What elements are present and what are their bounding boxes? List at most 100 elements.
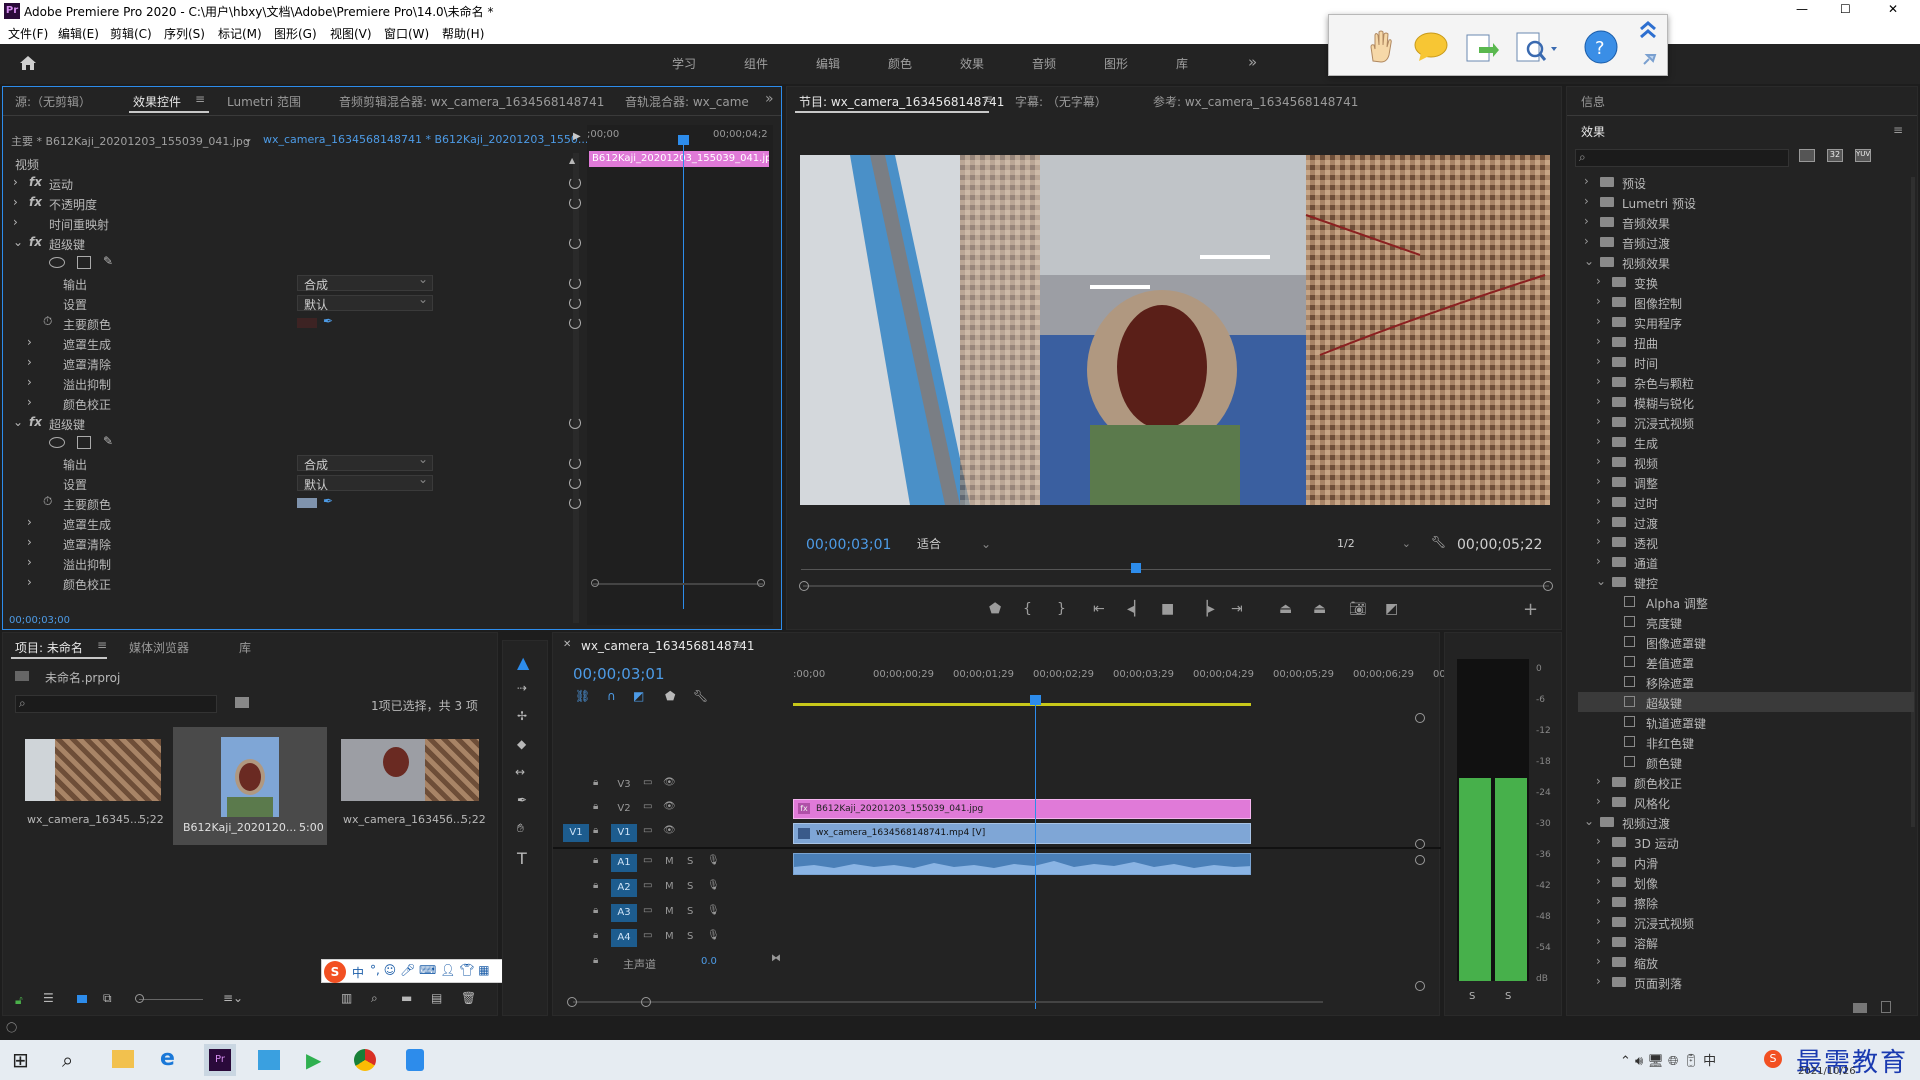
reset-icon[interactable]	[569, 417, 581, 429]
mic-icon[interactable]: 🎙︎	[707, 905, 720, 916]
clip-v2[interactable]: fx B612Kaji_20201203_155039_041.jpg	[793, 799, 1251, 819]
matte-generation-2[interactable]: › 遮罩生成	[3, 513, 573, 533]
tablet-icon[interactable]	[406, 1049, 424, 1071]
stopwatch-icon[interactable]: ⏱	[43, 314, 52, 329]
mute-button[interactable]: M	[665, 906, 674, 917]
icon-view-icon[interactable]	[77, 995, 87, 1003]
effects-folder[interactable]: › 杂色与颗粒	[1578, 372, 1914, 392]
camera-icon[interactable]: 📷︎	[1349, 601, 1367, 617]
snap-icon[interactable]: ∩	[607, 689, 616, 703]
comment-icon[interactable]	[1411, 27, 1451, 67]
effect-item[interactable]: 颜色键	[1578, 752, 1914, 772]
lock-icon[interactable]: 🔒︎	[593, 905, 598, 916]
tab-libraries[interactable]: 库	[239, 639, 251, 656]
32bit-effects-icon[interactable]: 32	[1827, 149, 1843, 162]
mute-button[interactable]: M	[665, 931, 674, 942]
effect-item[interactable]: 轨道遮罩键	[1578, 712, 1914, 732]
effects-search-input[interactable]: ⌕	[1575, 149, 1789, 167]
effect-item[interactable]: Alpha 调整	[1578, 592, 1914, 612]
chrome-icon[interactable]	[354, 1049, 376, 1071]
solo-right-button[interactable]: S	[1505, 991, 1511, 1002]
tab-sequence[interactable]: wx_camera_1634568148741	[581, 639, 754, 653]
linked-selection-icon[interactable]: ◩	[633, 689, 644, 703]
tab-effect-controls[interactable]: 效果控件	[133, 93, 181, 110]
go-to-out-icon[interactable]: ⇥	[1231, 601, 1243, 617]
menu-window[interactable]: 窗口(W)	[384, 25, 429, 42]
key-color-swatch[interactable]	[297, 318, 317, 328]
workspace-audio[interactable]: 音频	[1032, 55, 1056, 72]
effects-folder[interactable]: › 过时	[1578, 492, 1914, 512]
add-button-icon[interactable]: +	[1523, 599, 1538, 620]
ec-timecode[interactable]: 00;00;03;00	[9, 615, 70, 626]
panel-menu-icon[interactable]: ≡	[195, 92, 205, 106]
workspace-graphics[interactable]: 图形	[1104, 55, 1128, 72]
reset-icon[interactable]	[569, 177, 581, 189]
compare-icon[interactable]: ◩	[1385, 601, 1398, 617]
tab-audio-track-mixer[interactable]: 音轨混合器: wx_came	[625, 93, 749, 110]
mic-icon[interactable]: 🎙︎	[707, 855, 720, 866]
rect-mask-icon[interactable]	[77, 256, 91, 269]
ec-scrollbar[interactable]	[573, 153, 579, 623]
panel-menu-icon[interactable]: ≡	[733, 638, 743, 652]
menu-marker[interactable]: 标记(M)	[218, 25, 262, 42]
mic-icon[interactable]: 🎙︎	[707, 930, 720, 941]
mark-in-icon[interactable]: {	[1023, 601, 1032, 617]
menu-sequence[interactable]: 序列(S)	[164, 25, 205, 42]
timeline-zoom-bar[interactable]	[573, 1001, 1323, 1003]
effects-folder[interactable]: › 时间	[1578, 352, 1914, 372]
effects-folder[interactable]: › 缩放	[1578, 952, 1914, 972]
effects-folder[interactable]: › 生成	[1578, 432, 1914, 452]
effects-folder[interactable]: › 通道	[1578, 552, 1914, 572]
ec-clip-bar[interactable]: B612Kaji_20201203_155039_041.jpg	[589, 151, 769, 167]
reset-icon[interactable]	[569, 197, 581, 209]
effects-folder[interactable]: › 预设	[1578, 172, 1914, 192]
menu-clip[interactable]: 剪辑(C)	[110, 25, 152, 42]
matte-cleanup-2[interactable]: › 遮罩清除	[3, 533, 573, 553]
panel-menu-icon[interactable]: ≡	[97, 638, 107, 652]
tab-reference[interactable]: 参考: wx_camera_1634568148741	[1153, 93, 1358, 110]
source-patch-v1[interactable]: V1	[563, 824, 589, 842]
tab-media-browser[interactable]: 媒体浏览器	[129, 639, 189, 656]
sort-icon[interactable]: ≡⌄	[223, 991, 243, 1005]
menu-view[interactable]: 视图(V)	[330, 25, 372, 42]
lock-icon[interactable]: 🔒︎	[593, 825, 598, 836]
track-select-icon[interactable]: ⇢	[517, 681, 527, 695]
find-icon[interactable]: ⌕	[371, 991, 378, 1006]
mic-icon[interactable]: 🎙︎	[707, 880, 720, 891]
effect-item[interactable]: 移除遮罩	[1578, 672, 1914, 692]
menu-graphics[interactable]: 图形(G)	[274, 25, 317, 42]
spill-suppression-2[interactable]: › 溢出抑制	[3, 553, 573, 573]
reset-icon[interactable]	[569, 477, 581, 489]
timeline-ruler[interactable]: :00;00 00;00;00;29 00;00;01;29 00;00;02;29 0…	[793, 669, 1446, 691]
reset-icon[interactable]	[569, 297, 581, 309]
workspace-learn[interactable]: 学习	[672, 55, 696, 72]
selection-tool-icon[interactable]: ▲	[517, 653, 529, 672]
search-doc-icon[interactable]	[1511, 27, 1557, 67]
collapse-up-icon[interactable]	[1637, 19, 1659, 43]
close-button[interactable]: ✕	[1888, 2, 1898, 16]
app-icon[interactable]	[258, 1050, 280, 1070]
tab-info[interactable]: 信息	[1581, 93, 1605, 110]
pen-mask-icon[interactable]: ✎	[103, 254, 113, 268]
panel-menu-icon[interactable]: ≡	[1893, 123, 1903, 137]
effects-folder[interactable]: › 透视	[1578, 532, 1914, 552]
program-playhead[interactable]	[1131, 563, 1141, 573]
pen-mask-icon[interactable]: ✎	[103, 434, 113, 448]
sync-lock-icon[interactable]: ▭	[643, 777, 652, 788]
panel-menu-icon[interactable]: ≡	[983, 92, 993, 106]
home-icon[interactable]	[18, 54, 38, 72]
clip-a1[interactable]	[793, 853, 1251, 875]
help-icon[interactable]: ?	[1581, 27, 1621, 67]
type-tool-icon[interactable]: T	[517, 849, 527, 868]
effects-folder[interactable]: ⌄ 视频过渡	[1578, 812, 1914, 832]
effects-folder[interactable]: ⌄ 键控	[1578, 572, 1914, 592]
workspace-effects[interactable]: 效果	[960, 55, 984, 72]
freeform-view-icon[interactable]: ⧉	[103, 991, 112, 1006]
lock-icon[interactable]: 🔒︎	[593, 801, 598, 812]
mute-button[interactable]: M	[665, 881, 674, 892]
effects-folder[interactable]: ⌄ 视频效果	[1578, 252, 1914, 272]
workspace-assembly[interactable]: 组件	[744, 55, 768, 72]
reset-icon[interactable]	[569, 277, 581, 289]
slip-icon[interactable]: ↔	[515, 765, 525, 779]
key-color-swatch[interactable]	[297, 498, 317, 508]
